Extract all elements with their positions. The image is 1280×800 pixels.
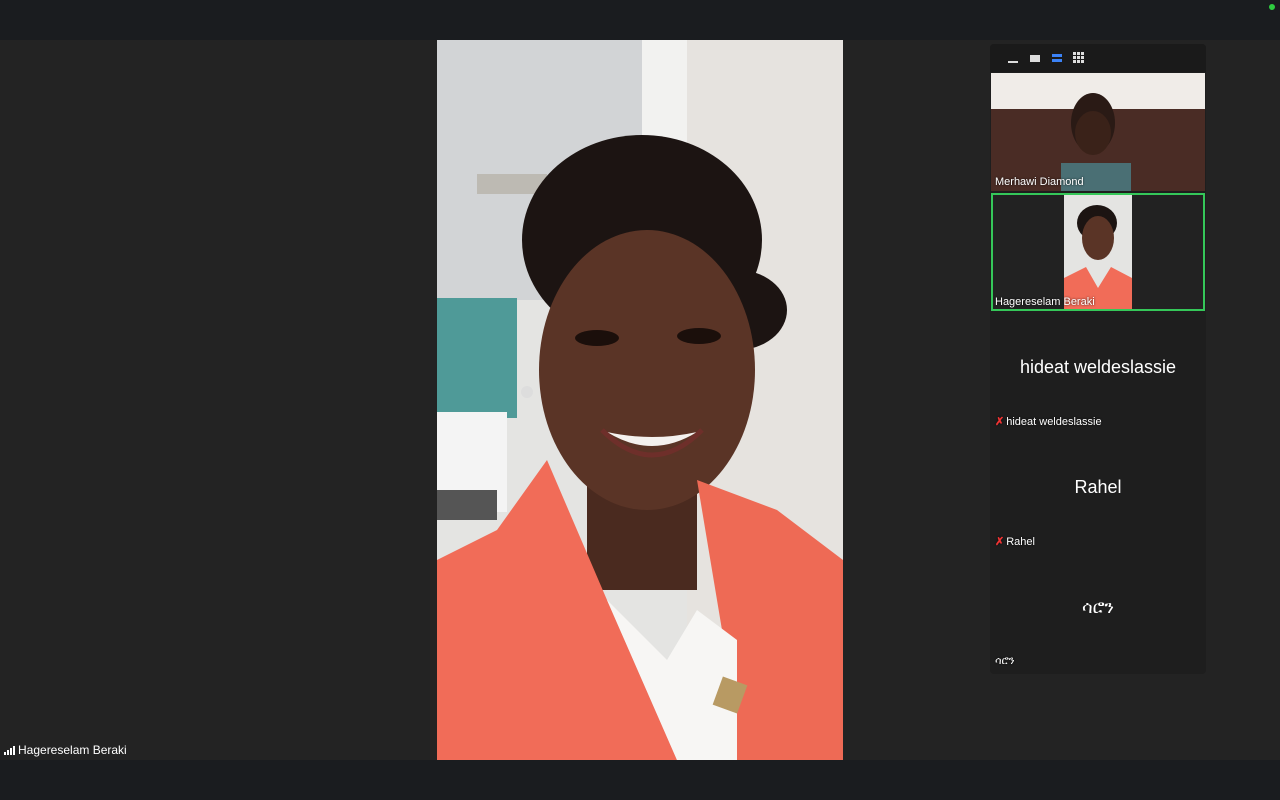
participant-side-panel: Merhawi Diamond Hagereselam Beraki hidea…	[990, 44, 1206, 674]
participant-name: ሳሮን	[995, 655, 1015, 667]
speaker-video-frame	[437, 40, 843, 760]
participant-tile[interactable]: Rahel ✗ Rahel	[991, 433, 1205, 551]
participant-video	[991, 193, 1205, 311]
participant-name: hideat weldeslassie	[1006, 415, 1102, 428]
participant-tile[interactable]: Merhawi Diamond	[991, 73, 1205, 191]
participant-display-name: ሳሮን	[1082, 597, 1114, 617]
participant-name-row: ✗ Rahel	[995, 535, 1035, 549]
participant-display-name: hideat weldeslassie	[1019, 357, 1177, 377]
signal-bars-icon	[4, 745, 15, 755]
participant-name-row: ✗ hideat weldeslassie	[995, 415, 1102, 429]
participant-name: Hagereselam Beraki	[995, 296, 1095, 308]
gallery-grid-icon[interactable]	[1072, 51, 1086, 65]
participant-name: Merhawi Diamond	[995, 176, 1084, 188]
top-bar	[0, 0, 1280, 40]
view-toolbar	[990, 44, 1206, 72]
participant-name: Rahel	[1006, 535, 1035, 548]
participant-tile-active[interactable]: Hagereselam Beraki	[991, 193, 1205, 311]
participant-tile[interactable]: ሳሮን ሳሮን	[991, 553, 1205, 671]
participant-display-name: Rahel	[1074, 477, 1122, 497]
main-speaker-video[interactable]	[437, 40, 843, 760]
muted-mic-icon: ✗	[995, 536, 1005, 548]
single-video-icon[interactable]	[1028, 51, 1042, 65]
participant-video	[991, 73, 1205, 191]
participant-tile[interactable]: hideat weldeslassie ✗ hideat weldeslassi…	[991, 313, 1205, 431]
status-indicator-dot	[1269, 4, 1275, 10]
speaker-name: Hagereselam Beraki	[18, 743, 127, 757]
bottom-bar	[0, 760, 1280, 800]
video-stage: Hagereselam Beraki Merhawi Diamond Hager…	[0, 40, 1280, 760]
minimize-view-icon[interactable]	[1006, 51, 1020, 65]
muted-mic-icon: ✗	[995, 416, 1005, 428]
active-speaker-label: Hagereselam Beraki	[4, 742, 127, 758]
stacked-view-icon[interactable]	[1050, 51, 1064, 65]
